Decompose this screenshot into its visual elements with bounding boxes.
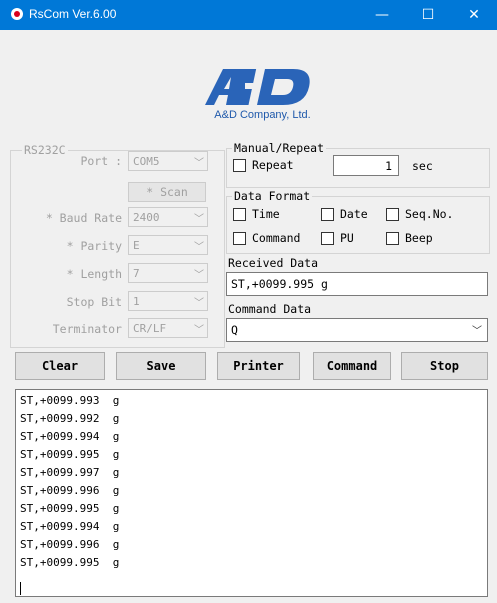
received-data-field: ST,+0099.995 g [226,272,488,296]
log-line: ST,+0099.995 g [20,448,120,461]
port-value: COM5 [133,155,160,168]
chevron-down-icon: ﹀ [194,158,204,169]
length-value: 7 [133,267,140,280]
log-line: ST,+0099.995 g [20,502,120,515]
seq-no-label: Seq.No. [405,207,454,221]
parity-value: E [133,239,140,252]
length-select[interactable]: 7 ﹀ [128,263,208,283]
app-icon [11,8,23,20]
chevron-down-icon: ﹀ [194,214,204,225]
checkbox-box [321,231,334,245]
chevron-down-icon: ﹀ [194,325,204,336]
clear-button[interactable]: Clear [15,352,105,380]
command-data-value: Q [231,323,238,337]
stop-button[interactable]: Stop [401,352,488,380]
company-logo: A&D Company, Ltd. [195,65,330,125]
log-line: ST,+0099.995 g [20,556,120,569]
port-label: Port : [80,154,122,168]
log-line: ST,+0099.996 g [20,538,120,551]
chevron-down-icon: ﹀ [194,270,204,281]
received-log-textarea[interactable]: ST,+0099.993 g ST,+0099.992 g ST,+0099.9… [15,389,488,597]
close-button[interactable]: ✕ [451,0,497,30]
save-button[interactable]: Save [116,352,206,380]
log-line: ST,+0099.992 g [20,412,120,425]
time-label: Time [252,207,280,221]
stop-bit-select[interactable]: 1 ﹀ [128,291,208,311]
repeat-interval-input[interactable]: 1 [333,155,399,176]
app-window: RsCom Ver.6.00 — ☐ ✕ A&D Company, Ltd. R… [0,0,497,603]
pu-label: PU [340,231,354,245]
checkbox-box [233,158,246,172]
terminator-select[interactable]: CR/LF ﹀ [128,318,208,338]
baud-rate-select[interactable]: 2400 ﹀ [128,207,208,227]
title-bar[interactable]: RsCom Ver.6.00 — ☐ ✕ [0,0,497,30]
parity-select[interactable]: E ﹀ [128,235,208,255]
stop-bit-label: Stop Bit [66,295,122,309]
repeat-checkbox[interactable]: Repeat [233,158,294,172]
log-line: ST,+0099.997 g [20,466,120,479]
minimize-button[interactable]: — [359,0,405,30]
chevron-down-icon: ﹀ [472,326,482,337]
data-format-group [226,196,490,254]
checkbox-box [386,207,399,221]
date-checkbox[interactable]: Date [321,207,368,221]
log-line: ST,+0099.994 g [20,520,120,533]
beep-checkbox[interactable]: Beep [386,231,433,245]
pu-checkbox[interactable]: PU [321,231,354,245]
stop-bit-value: 1 [133,295,140,308]
seq-no-checkbox[interactable]: Seq.No. [386,207,453,221]
command-button[interactable]: Command [313,352,391,380]
time-checkbox[interactable]: Time [233,207,280,221]
parity-label: * Parity [66,239,122,253]
text-caret [20,582,21,595]
log-line: ST,+0099.993 g [20,394,120,407]
date-label: Date [340,207,368,221]
chevron-down-icon: ﹀ [194,298,204,309]
baud-rate-value: 2400 [133,211,160,224]
length-label: * Length [66,267,122,281]
checkbox-box [386,231,399,245]
log-line: ST,+0099.996 g [20,484,120,497]
data-format-legend: Data Format [232,189,313,203]
scan-button[interactable]: * Scan [128,182,206,202]
beep-label: Beep [405,231,433,245]
printer-button[interactable]: Printer [217,352,300,380]
port-select[interactable]: COM5 ﹀ [128,151,208,171]
checkbox-box [321,207,334,221]
checkbox-box [233,231,246,245]
window-title: RsCom Ver.6.00 [29,7,117,21]
repeat-label: Repeat [252,158,294,172]
terminator-label: Terminator [52,322,122,336]
chevron-down-icon: ﹀ [194,242,204,253]
and-logo-mark [205,69,310,105]
log-line: ST,+0099.994 g [20,430,120,443]
terminator-value: CR/LF [133,322,167,335]
command-data-label: Command Data [228,302,312,316]
command-format-label: Command [252,231,301,245]
company-name: A&D Company, Ltd. [214,109,311,121]
received-data-label: Received Data [228,256,319,270]
maximize-button[interactable]: ☐ [405,0,451,30]
baud-rate-label: * Baud Rate [45,211,122,225]
manual-repeat-legend: Manual/Repeat [232,141,327,155]
interval-unit-label: sec [412,159,433,173]
command-data-select[interactable]: Q ﹀ [226,318,488,342]
checkbox-box [233,207,246,221]
command-checkbox[interactable]: Command [233,231,300,245]
